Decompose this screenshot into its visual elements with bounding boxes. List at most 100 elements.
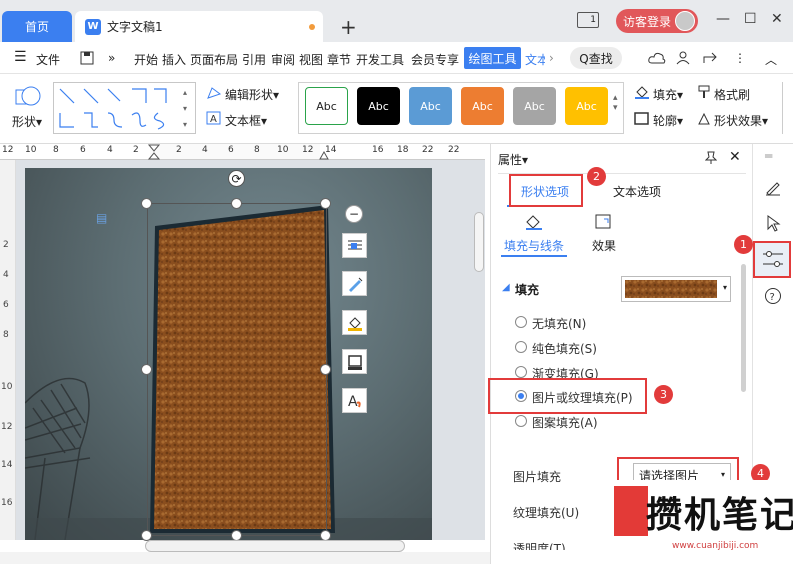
collapse-toolbar-icon[interactable]: − xyxy=(345,205,363,223)
shape-outline-icon[interactable] xyxy=(342,349,367,374)
visitor-login-button[interactable]: 访客登录 xyxy=(616,9,698,33)
menu-text-tools[interactable]: 文本 xyxy=(525,51,545,68)
menu-drawing-tools[interactable]: 绘图工具 xyxy=(464,47,521,69)
share-icon[interactable] xyxy=(702,51,718,65)
menu-file[interactable]: 文件 xyxy=(36,51,60,68)
help-icon[interactable]: ? xyxy=(764,287,782,305)
radio-solid-fill[interactable] xyxy=(515,341,527,353)
edit-shape-icon xyxy=(207,87,222,99)
maximize-button[interactable]: ☐ xyxy=(744,11,757,27)
shape-fill-icon[interactable] xyxy=(342,310,367,335)
page-count-icon[interactable]: 1 xyxy=(577,12,599,28)
shape-dropdown[interactable]: 形状▾ xyxy=(12,113,42,130)
menu-developer[interactable]: 开发工具 xyxy=(356,51,404,68)
shape-icon[interactable] xyxy=(14,82,42,108)
horizontal-ruler[interactable]: 12 10 8 6 4 2 2 4 6 8 10 12 14 16 18 22 … xyxy=(0,144,485,160)
ruler-tick: 4 xyxy=(107,145,113,155)
panel-title[interactable]: 属性▾ xyxy=(498,151,528,168)
fill-button[interactable]: 填充▾ xyxy=(653,86,683,103)
fill-heading: 填充 xyxy=(515,283,540,297)
resize-handle-top-right[interactable] xyxy=(320,198,331,209)
pin-icon[interactable] xyxy=(705,151,717,165)
fill-texture-dropdown[interactable]: ▾ xyxy=(621,276,731,302)
menu-scroll-icon[interactable]: › xyxy=(549,51,554,65)
gallery-scroll-icon[interactable]: ▴ ▾ xyxy=(613,93,618,113)
svg-text:A: A xyxy=(210,114,217,125)
shape-style-icon[interactable] xyxy=(342,271,367,296)
ruler-tick: 2 xyxy=(176,145,182,155)
subtab-effects[interactable]: 效果 xyxy=(592,237,616,254)
transparency-label: 透明度(T) xyxy=(513,542,566,550)
selected-shape[interactable] xyxy=(145,200,335,537)
menu-insert[interactable]: 插入 xyxy=(162,51,186,68)
shape-style-button[interactable]: Abc xyxy=(461,87,504,125)
resize-handle-top-left[interactable] xyxy=(141,198,152,209)
ruler-tick: 18 xyxy=(397,145,409,155)
ruler-tick: 6 xyxy=(228,145,234,155)
shape-style-button[interactable]: Abc xyxy=(305,87,348,125)
right-indent-marker-icon[interactable] xyxy=(319,148,329,160)
resize-handle-left[interactable] xyxy=(141,364,152,375)
shape-style-button[interactable]: Abc xyxy=(513,87,556,125)
menu-chapter[interactable]: 章节 xyxy=(327,51,351,68)
effects-icon[interactable] xyxy=(594,213,614,231)
close-button[interactable]: ✕ xyxy=(771,11,783,27)
tab-text-options[interactable]: 文本选项 xyxy=(613,183,661,200)
new-tab-button[interactable]: + xyxy=(340,15,357,39)
menu-start[interactable]: 开始 xyxy=(134,51,158,68)
ruler-tick: 6 xyxy=(3,300,9,310)
resize-handle-top[interactable] xyxy=(231,198,242,209)
sidebar-grip-icon[interactable]: ═ xyxy=(765,149,772,163)
rotate-handle-icon[interactable]: ⟳ xyxy=(228,170,245,187)
more-options-icon[interactable]: ⋮ xyxy=(734,51,746,65)
line-shape-gallery[interactable]: ▴ ▾ ▾ xyxy=(53,82,196,134)
outline-button[interactable]: 轮廓▾ xyxy=(653,112,683,129)
radio-gradient-fill[interactable] xyxy=(515,366,527,378)
resize-handle-right[interactable] xyxy=(320,364,331,375)
minimize-button[interactable]: — xyxy=(716,11,730,27)
shape-effects-button[interactable]: 形状效果▾ xyxy=(714,112,768,129)
indent-marker-icon[interactable] xyxy=(148,144,160,160)
layout-options-icon[interactable] xyxy=(342,233,367,258)
more-menus-icon[interactable]: » xyxy=(108,51,115,65)
text-effect-icon[interactable]: A xyxy=(342,388,367,413)
shape-style-button[interactable]: Abc xyxy=(409,87,452,125)
ruler-tick: 2 xyxy=(3,240,9,250)
shape-style-button[interactable]: Abc xyxy=(357,87,400,125)
pen-icon[interactable] xyxy=(764,178,782,196)
vertical-scrollbar[interactable] xyxy=(474,212,484,272)
cursor-icon[interactable] xyxy=(765,214,781,232)
user-share-icon[interactable] xyxy=(676,51,692,65)
menu-references[interactable]: 引用 xyxy=(242,51,266,68)
layout-anchor-icon[interactable]: ▤ xyxy=(96,211,107,225)
tab-document[interactable]: W 文字文稿1 xyxy=(75,11,323,42)
svg-text:▴: ▴ xyxy=(183,88,187,97)
fill-line-icon[interactable] xyxy=(524,213,544,231)
cloud-icon[interactable] xyxy=(648,51,666,65)
panel-scrollbar[interactable] xyxy=(741,264,746,392)
tab-home[interactable]: 首页 xyxy=(2,11,72,42)
radio-no-fill[interactable] xyxy=(515,316,527,328)
ruler-tick: 10 xyxy=(1,382,13,392)
vertical-ruler[interactable]: 2 4 6 8 10 12 14 16 xyxy=(0,160,16,540)
step-badge-2: 2 xyxy=(587,167,606,186)
format-painter-button[interactable]: 格式刷 xyxy=(714,86,750,103)
subtab-fill-line[interactable]: 填充与线条 xyxy=(504,237,564,254)
menu-member[interactable]: 会员专享 xyxy=(411,51,459,68)
shape-style-button[interactable]: Abc xyxy=(565,87,608,125)
menu-page-layout[interactable]: 页面布局 xyxy=(190,51,238,68)
panel-close-icon[interactable]: ✕ xyxy=(729,149,741,165)
ruler-tick: 4 xyxy=(202,145,208,155)
ribbon-scroll-bar[interactable] xyxy=(782,82,791,134)
menu-review[interactable]: 审阅 xyxy=(271,51,295,68)
hamburger-icon[interactable]: ☰ xyxy=(14,49,27,65)
search-button[interactable]: Q查找 xyxy=(570,47,622,69)
edit-shape-button[interactable]: 编辑形状▾ xyxy=(225,86,279,103)
radio-pattern-fill[interactable] xyxy=(515,415,527,427)
collapse-ribbon-icon[interactable]: ︿ xyxy=(765,51,777,68)
menu-view[interactable]: 视图 xyxy=(299,51,323,68)
collapse-fill-icon[interactable]: ◢ xyxy=(502,282,510,293)
horizontal-scrollbar[interactable] xyxy=(145,540,405,552)
text-box-button[interactable]: 文本框▾ xyxy=(225,112,267,129)
save-icon[interactable] xyxy=(80,51,94,65)
